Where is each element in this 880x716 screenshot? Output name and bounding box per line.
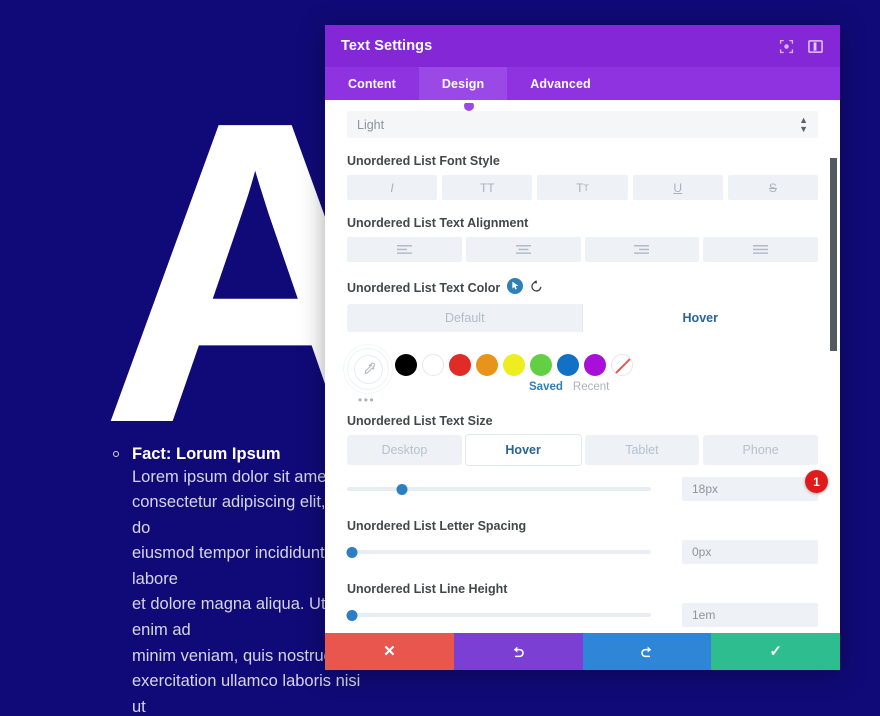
uppercase-icon[interactable]: TT [442,175,533,200]
redo-icon [639,644,654,659]
font-weight-value: Light [357,117,385,132]
text-size-slider[interactable] [347,481,651,497]
align-right-icon[interactable] [584,237,700,262]
text-color-label-row: Unordered List Text Color [347,278,818,297]
slider-handle[interactable] [346,547,358,558]
color-swatch-list [395,354,633,376]
recent-colors-tab[interactable]: Recent [573,381,609,393]
chevron-updown-icon: ▲ ▼ [799,114,808,134]
redo-button[interactable] [582,633,712,670]
align-center-icon[interactable] [465,237,581,262]
line-height-slider-row: 1em [346,603,818,627]
swatch-orange[interactable] [476,354,498,376]
text-size-label: Unordered List Text Size [347,414,493,428]
font-style-label: Unordered List Font Style [347,154,500,168]
check-icon: ✓ [769,643,782,660]
text-size-slider-row: 18px 1 [347,470,828,501]
modal-body: Light ▲ ▼ Unordered List Font Style I TT … [325,100,840,633]
modal-action-bar: ✕ ✓ [325,633,840,670]
text-alignment-group: Unordered List Text Alignment [347,216,818,262]
letter-spacing-group: Unordered List Letter Spacing 0px [346,519,818,564]
header-icon-group [778,38,824,55]
scrollbar-thumb[interactable] [830,158,837,351]
saved-colors-tab[interactable]: Saved [529,381,563,393]
swatch-purple[interactable] [584,354,606,376]
text-size-group: Unordered List Text Size Desktop Hover T… [347,414,828,501]
line-height-slider[interactable] [346,607,651,623]
text-color-group: Unordered List Text Color Default Hover [347,278,818,406]
text-size-device-toggle: Desktop Hover Tablet Phone [347,435,818,465]
modal-header: Text Settings [325,25,840,67]
italic-icon[interactable]: I [347,175,438,200]
align-left-icon[interactable] [347,237,462,262]
underline-icon[interactable]: U [632,175,723,200]
line-height-value-text: 1em [692,608,716,622]
text-settings-modal: Text Settings Content Design Advanced Li… [325,25,840,670]
text-color-label: Unordered List Text Color [347,280,501,295]
cancel-button[interactable]: ✕ [325,633,454,670]
close-icon: ✕ [383,643,396,660]
letter-spacing-slider[interactable] [346,544,651,560]
save-button[interactable]: ✓ [711,633,840,670]
more-colors-button[interactable]: ••• [358,394,375,406]
device-desktop[interactable]: Desktop [347,435,462,465]
fullscreen-icon[interactable] [778,38,795,55]
swatch-white[interactable] [422,354,444,376]
slider-track [347,613,651,617]
font-weight-select[interactable]: Light ▲ ▼ [347,111,818,138]
swatch-green[interactable] [530,354,552,376]
font-style-buttons: I TT TT U S [347,175,819,200]
color-swatch-area: ••• Saved Recent [347,348,818,406]
undo-icon [511,644,526,659]
eyedropper-button[interactable] [347,348,389,390]
strikethrough-icon[interactable]: S [727,175,819,200]
align-justify-icon[interactable] [703,237,818,262]
device-phone[interactable]: Phone [703,435,818,465]
swatch-yellow[interactable] [503,354,525,376]
swatch-blue[interactable] [557,354,579,376]
line-height-label: Unordered List Line Height [347,582,508,596]
reset-icon[interactable] [530,279,543,296]
state-default[interactable]: Default [347,304,583,332]
swatch-black[interactable] [395,354,417,376]
text-size-value-text: 18px [692,482,719,496]
status-badge: 1 [805,470,828,493]
saved-recent-tabs: Saved Recent [529,381,609,393]
line-height-group: Unordered List Line Height 1em [346,582,818,627]
device-tablet[interactable]: Tablet [584,435,700,465]
device-hover[interactable]: Hover [465,435,581,465]
hover-state-icon [463,102,475,114]
letter-spacing-value[interactable]: 0px [682,540,818,564]
hover-cursor-icon[interactable] [507,278,524,297]
slider-handle[interactable] [346,610,358,621]
modal-tabs: Content Design Advanced [325,67,840,100]
letter-spacing-value-text: 0px [692,545,712,559]
font-style-group: Unordered List Font Style I TT TT U S [347,154,819,200]
tab-content[interactable]: Content [325,67,419,100]
font-weight-field: Light ▲ ▼ [347,102,818,138]
swatch-red[interactable] [449,354,471,376]
text-alignment-buttons [347,237,818,262]
text-alignment-label: Unordered List Text Alignment [347,216,529,230]
tab-advanced[interactable]: Advanced [507,67,614,100]
letter-spacing-label: Unordered List Letter Spacing [347,519,527,533]
swatch-none[interactable] [611,354,633,376]
slider-track [347,487,651,491]
list-bullet-icon [113,451,119,457]
slider-handle[interactable] [396,484,408,495]
eyedropper-icon [353,354,383,384]
modal-scrollbar[interactable] [829,100,837,633]
text-color-state-toggle: Default Hover [347,304,818,332]
smallcaps-icon[interactable]: TT [537,175,628,200]
text-size-value[interactable]: 18px 1 [682,470,828,501]
letter-spacing-slider-row: 0px [346,540,818,564]
line-height-value[interactable]: 1em [682,603,818,627]
state-hover[interactable]: Hover [582,304,818,332]
tab-design[interactable]: Design [418,67,508,100]
page-title: Text Settings [341,38,433,54]
undo-button[interactable] [453,633,583,670]
slider-track [347,550,651,554]
layout-panel-icon[interactable] [807,38,824,55]
